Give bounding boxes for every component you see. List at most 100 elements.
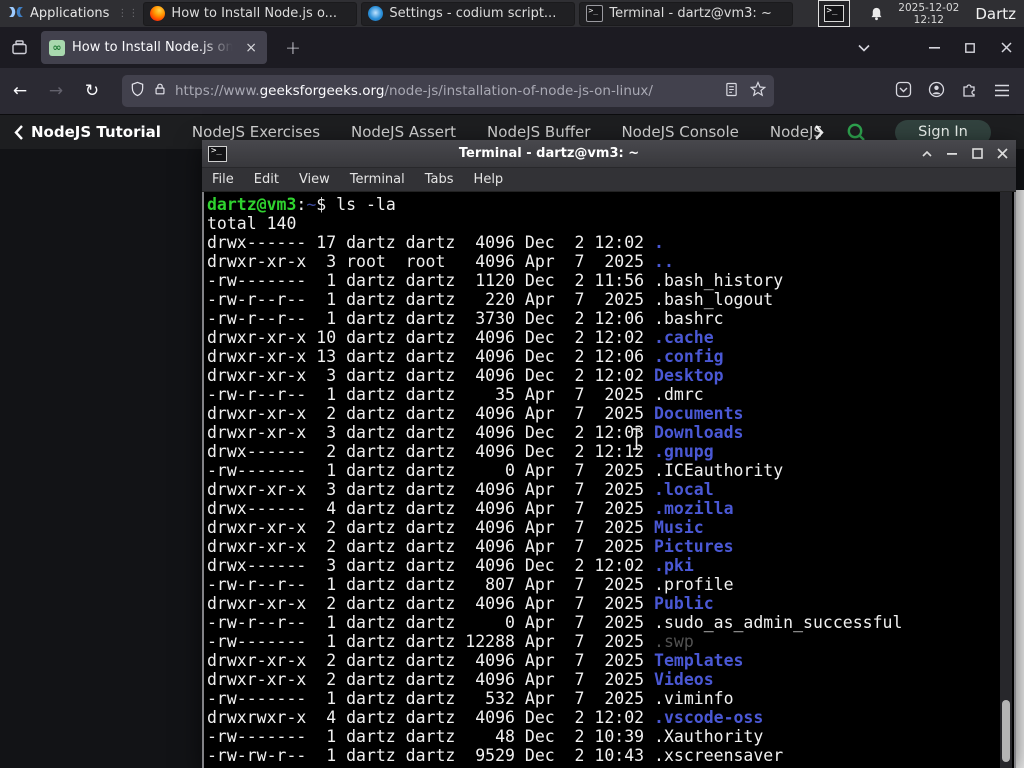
- new-tab-button[interactable]: +: [285, 37, 301, 59]
- terminal-listing: drwx------ 17 dartz dartz 4096 Dec 2 12:…: [207, 233, 1014, 765]
- listing-detail: drwxr-xr-x 2 dartz dartz 4096 Apr 7 2025: [207, 404, 655, 423]
- listing-filename: .config: [654, 347, 724, 366]
- back-icon[interactable]: ←: [4, 75, 36, 107]
- distro-logo-icon: [8, 4, 24, 24]
- terminal-output-line: -rw------- 1 dartz dartz 532 Apr 7 2025 …: [207, 689, 1014, 708]
- shield-icon[interactable]: [130, 81, 145, 101]
- listing-filename: ..: [654, 252, 674, 271]
- tray-terminal-icon[interactable]: [817, 0, 850, 27]
- page-scrollbar[interactable]: [1016, 190, 1024, 768]
- tab-title: How to Install Node.js on: [72, 40, 234, 55]
- site-nav-item[interactable]: NodeJS Buffer: [487, 123, 590, 141]
- listing-detail: drwx------ 4 dartz dartz 4096 Apr 7 2025: [207, 499, 655, 518]
- reader-view-icon[interactable]: [725, 82, 738, 101]
- bookmark-star-icon[interactable]: [749, 81, 767, 101]
- extensions-puzzle-icon[interactable]: [961, 81, 978, 102]
- close-window-icon[interactable]: [988, 27, 1024, 68]
- site-nav-item[interactable]: NodeJS Console: [621, 123, 738, 141]
- list-tabs-chevron-icon[interactable]: [846, 27, 882, 68]
- window-controls: [846, 27, 1024, 68]
- shade-window-icon[interactable]: [919, 146, 935, 162]
- minimize-terminal-icon[interactable]: [944, 146, 960, 162]
- terminal-scrollbar-thumb[interactable]: [1002, 700, 1010, 762]
- url-text: https://www.geeksforgeeks.org/node-js/in…: [175, 83, 653, 99]
- listing-detail: drwx------ 2 dartz dartz 4096 Dec 2 12:1…: [207, 442, 655, 461]
- panel-window-button-firefox[interactable]: How to Install Node.js o...: [143, 1, 358, 26]
- terminal-title-bar[interactable]: Terminal - dartz@vm3: ~: [202, 140, 1016, 168]
- listing-detail: -rw-r--r-- 1 dartz dartz 0 Apr 7 2025: [207, 613, 655, 632]
- terminal-output-line: drwxr-xr-x 3 dartz dartz 4096 Apr 7 2025…: [207, 480, 1014, 499]
- minimize-window-icon[interactable]: [916, 27, 952, 68]
- terminal-menu-view[interactable]: View: [289, 172, 340, 187]
- pocket-save-icon[interactable]: [895, 81, 912, 102]
- tab-close-icon[interactable]: ×: [243, 40, 259, 56]
- account-icon[interactable]: [928, 81, 945, 102]
- desktop-screen: Applications ⋮⋮ How to Install Node.js o…: [0, 0, 1024, 768]
- reload-icon[interactable]: ↻: [76, 75, 108, 107]
- listing-filename: .local: [654, 480, 714, 499]
- listing-detail: -rw------- 1 dartz dartz 0 Apr 7 2025: [207, 461, 655, 480]
- listing-filename: Templates: [654, 651, 744, 670]
- terminal-total-line: total 140: [207, 214, 297, 233]
- applications-menu-button[interactable]: Applications: [0, 0, 117, 27]
- window-button-label: How to Install Node.js o...: [171, 6, 338, 21]
- listing-filename: .gnupg: [654, 442, 714, 461]
- maximize-window-icon[interactable]: [952, 27, 988, 68]
- notification-bell-icon[interactable]: [869, 6, 884, 22]
- close-terminal-icon[interactable]: [994, 146, 1010, 162]
- listing-detail: drwx------ 3 dartz dartz 4096 Dec 2 12:0…: [207, 556, 655, 575]
- terminal-scrollbar[interactable]: [1000, 192, 1012, 768]
- site-nav-items: NodeJS Tutorial NodeJS Exercises NodeJS As…: [31, 123, 821, 141]
- panel-window-button-codium[interactable]: Settings - codium script...: [361, 1, 576, 26]
- listing-filename: .dmrc: [654, 385, 704, 404]
- listing-detail: drwxr-xr-x 10 dartz dartz 4096 Dec 2 12:…: [207, 328, 655, 347]
- terminal-output-line: drwxr-xr-x 2 dartz dartz 4096 Apr 7 2025…: [207, 404, 1014, 423]
- terminal-menu-help[interactable]: Help: [464, 172, 514, 187]
- terminal-content[interactable]: dartz@vm3:~$ ls -la total 140 drwx------…: [202, 192, 1016, 768]
- listing-filename: .ICEauthority: [654, 461, 784, 480]
- listing-filename: .bash_history: [654, 271, 784, 290]
- site-nav-item[interactable]: NodeJS Crypto: [770, 123, 821, 141]
- listing-filename: Public: [654, 594, 714, 613]
- terminal-output-line: drwx------ 17 dartz dartz 4096 Dec 2 12:…: [207, 233, 1014, 252]
- terminal-output-line: drwx------ 3 dartz dartz 4096 Dec 2 12:0…: [207, 556, 1014, 575]
- terminal-output-line: drwxr-xr-x 2 dartz dartz 4096 Apr 7 2025…: [207, 594, 1014, 613]
- terminal-menu-file[interactable]: File: [202, 172, 244, 187]
- panel-clock[interactable]: 2025-12-02 12:12: [898, 2, 959, 26]
- terminal-output-line: drwxr-xr-x 3 dartz dartz 4096 Dec 2 12:0…: [207, 366, 1014, 385]
- terminal-output-line: drwxr-xr-x 2 dartz dartz 4096 Apr 7 2025…: [207, 670, 1014, 689]
- browser-tab-active[interactable]: ∞ How to Install Node.js on ×: [41, 31, 267, 64]
- listing-detail: drwxr-xr-x 13 dartz dartz 4096 Dec 2 12:…: [207, 347, 655, 366]
- terminal-output-line: drwxr-xr-x 2 dartz dartz 4096 Apr 7 2025…: [207, 651, 1014, 670]
- terminal-menu-terminal[interactable]: Terminal: [340, 172, 415, 187]
- site-nav-item[interactable]: NodeJS Tutorial: [31, 123, 161, 141]
- toolbar-right-icons: [895, 81, 1024, 102]
- terminal-output-line: -rw-r--r-- 1 dartz dartz 3730 Dec 2 12:0…: [207, 309, 1014, 328]
- firefox-view-icon[interactable]: [10, 38, 29, 57]
- listing-detail: drwxr-xr-x 3 dartz dartz 4096 Dec 2 12:0…: [207, 423, 655, 442]
- hamburger-menu-icon[interactable]: [994, 82, 1010, 101]
- listing-filename: .sudo_as_admin_successful: [654, 613, 903, 632]
- listing-filename: Pictures: [654, 537, 734, 556]
- site-nav-item[interactable]: NodeJS Assert: [351, 123, 456, 141]
- forward-icon[interactable]: →: [40, 75, 72, 107]
- terminal-output-line: drwx------ 4 dartz dartz 4096 Apr 7 2025…: [207, 499, 1014, 518]
- clock-date: 2025-12-02: [898, 1, 960, 14]
- lock-icon[interactable]: [153, 81, 167, 101]
- browser-tab-bar: ∞ How to Install Node.js on × +: [0, 27, 1024, 68]
- url-bar[interactable]: https://www.geeksforgeeks.org/node-js/in…: [122, 75, 774, 107]
- panel-user-label[interactable]: Dartz: [975, 5, 1016, 23]
- maximize-terminal-icon[interactable]: [969, 146, 985, 162]
- panel-window-button-terminal[interactable]: Terminal - dartz@vm3: ~: [579, 1, 794, 26]
- nav-scroll-right-icon[interactable]: [815, 124, 824, 140]
- listing-filename: .pki: [654, 556, 694, 575]
- nav-scroll-left-icon[interactable]: [14, 124, 23, 140]
- listing-detail: drwxr-xr-x 2 dartz dartz 4096 Apr 7 2025: [207, 651, 655, 670]
- terminal-output-line: -rw------- 1 dartz dartz 12288 Apr 7 202…: [207, 632, 1014, 651]
- terminal-menu-edit[interactable]: Edit: [244, 172, 289, 187]
- terminal-menu-tabs[interactable]: Tabs: [415, 172, 464, 187]
- listing-filename: .profile: [654, 575, 734, 594]
- site-nav-item[interactable]: NodeJS Exercises: [192, 123, 320, 141]
- terminal-output-line: drwxr-xr-x 13 dartz dartz 4096 Dec 2 12:…: [207, 347, 1014, 366]
- window-button-label: Settings - codium script...: [389, 6, 557, 21]
